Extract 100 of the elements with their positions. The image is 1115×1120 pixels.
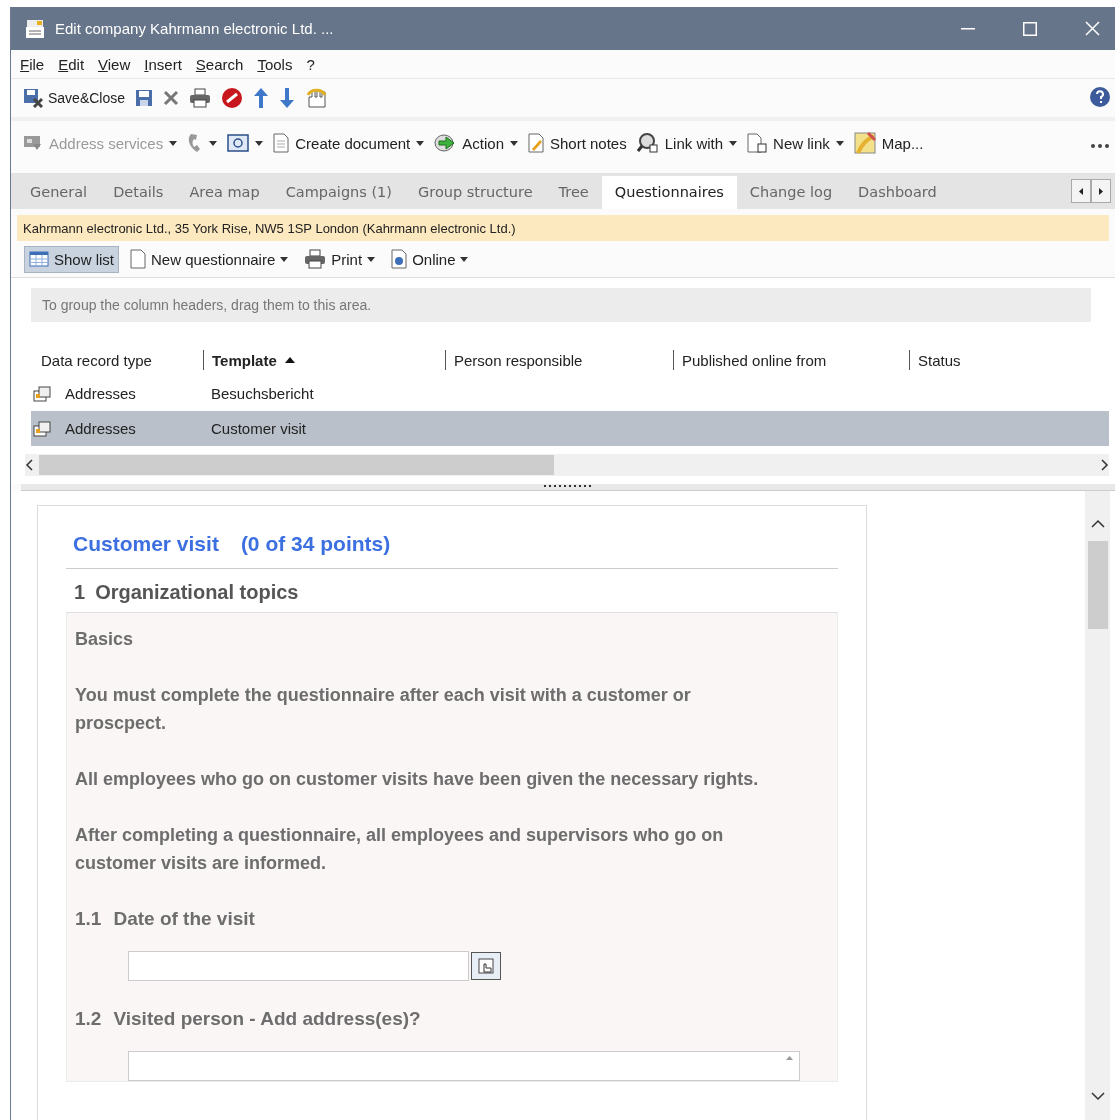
caret-icon xyxy=(729,140,738,146)
menu-item[interactable]: View xyxy=(98,55,131,73)
save-icon[interactable] xyxy=(135,89,154,107)
tab[interactable]: Dashboard xyxy=(845,176,950,209)
column-header[interactable]: Template xyxy=(203,350,445,370)
caret-icon xyxy=(169,140,178,146)
menu-item[interactable]: Insert xyxy=(144,55,182,73)
caret-icon xyxy=(255,140,264,146)
left-chevron-icon xyxy=(25,459,33,471)
globe-document-icon xyxy=(391,249,408,269)
grid-row[interactable]: Addresses Customer visit xyxy=(31,411,1109,446)
document-icon xyxy=(747,133,768,153)
menu-item[interactable]: File xyxy=(20,55,45,73)
toolbar-button[interactable]: Link with xyxy=(636,133,738,153)
up-arrow-icon[interactable] xyxy=(253,87,270,109)
scroll-right-button[interactable] xyxy=(1091,179,1111,203)
caret-icon xyxy=(416,140,425,146)
up-chevron-icon xyxy=(1090,519,1105,528)
vertical-scrollbar[interactable] xyxy=(1085,491,1110,1120)
question-text: Date of the visit xyxy=(113,907,255,931)
column-header[interactable]: Data record type xyxy=(31,350,203,370)
grid-row[interactable]: Addresses Besuchsbericht xyxy=(31,376,1109,411)
toolbar-button[interactable]: Print xyxy=(299,244,381,274)
address-icon xyxy=(33,385,51,402)
window-title: Edit company Kahrmann electronic Ltd. ... xyxy=(55,20,335,37)
menu-item[interactable]: Tools xyxy=(257,55,293,73)
splitter-handle[interactable] xyxy=(543,484,593,488)
address-text: Kahrmann electronic Ltd., 35 York Rise, NW5 1SP London (Kahrmann electronic Ltd.) xyxy=(23,220,516,236)
tab[interactable]: Change log xyxy=(736,176,846,209)
table-cell: Addresses xyxy=(65,420,136,437)
date-picker-button[interactable] xyxy=(471,952,501,980)
card-icon xyxy=(23,134,43,152)
toolbar-button[interactable]: Online xyxy=(386,244,474,274)
save-close-icon xyxy=(23,88,43,108)
paragraph: After completing a questionnaire, all employees and supervisors who go on customer visits are informed. xyxy=(75,824,725,875)
sort-ascending-icon xyxy=(284,357,295,363)
toolbar-button[interactable]: New link xyxy=(747,133,844,153)
toolbar-button[interactable]: Show list xyxy=(24,245,120,273)
more-icon[interactable] xyxy=(1091,144,1109,148)
right-chevron-icon xyxy=(1101,459,1109,471)
right-triangle-icon xyxy=(1099,187,1103,195)
tab[interactable]: Questionnaires xyxy=(601,176,737,209)
up-triangle-icon xyxy=(786,1056,793,1060)
table-cell-text: Besuchsbericht xyxy=(210,385,315,402)
section-title: Organizational topics xyxy=(95,581,299,604)
scrollbar-thumb[interactable] xyxy=(39,455,554,475)
question-number: 1.2 xyxy=(75,1007,102,1031)
group-hint: To group the column headers, drag them to this area. xyxy=(42,297,372,313)
column-header[interactable]: Person responsible xyxy=(445,350,673,370)
toolbar-button[interactable]: New questionnaire xyxy=(125,244,294,274)
help-icon[interactable] xyxy=(1089,85,1111,108)
paragraph: All employees who go on customer visits have been given the necessary rights. xyxy=(75,768,760,791)
printer-icon xyxy=(304,249,327,269)
toolbar-icon-button[interactable] xyxy=(227,134,264,152)
column-header[interactable]: Status xyxy=(909,350,1115,370)
printer-icon[interactable] xyxy=(189,88,212,108)
tab[interactable]: Tree xyxy=(545,176,602,209)
email-icon xyxy=(227,134,250,152)
stop-icon[interactable] xyxy=(221,87,244,109)
caret-icon xyxy=(510,140,518,146)
address-field[interactable] xyxy=(128,1051,800,1081)
magnifier-icon xyxy=(636,133,659,153)
menu-item[interactable]: Search xyxy=(195,55,244,73)
tab[interactable]: General xyxy=(17,176,101,209)
question-text: Visited person - Add address(es)? xyxy=(113,1007,421,1031)
caret-icon xyxy=(835,140,844,146)
table-cell-text: Customer visit xyxy=(210,420,308,437)
scrollbar-thumb[interactable] xyxy=(1087,541,1108,629)
section-number: 1 xyxy=(74,581,86,604)
hand-pointer-icon xyxy=(478,958,494,974)
menu-item[interactable]: Edit xyxy=(58,55,85,73)
hand-icon[interactable] xyxy=(305,87,328,109)
toolbar-button[interactable]: Map... xyxy=(853,132,924,154)
tab[interactable]: Campaigns (1) xyxy=(272,176,405,209)
toolbar-button[interactable]: Short notes xyxy=(528,133,627,153)
down-arrow-icon[interactable] xyxy=(279,87,296,109)
points-text: (0 of 34 points) xyxy=(240,532,391,556)
tab[interactable]: Group structure xyxy=(405,176,546,209)
toolbar-button[interactable]: Create document xyxy=(273,133,425,153)
maximize-icon xyxy=(1023,21,1037,36)
paragraph: You must complete the questionnaire after each visit with a customer or proscpect. xyxy=(75,684,692,735)
map-icon xyxy=(853,132,876,154)
menu-item[interactable]: ? xyxy=(306,55,315,73)
document-icon xyxy=(130,249,147,269)
save-close-button[interactable]: Save&Close xyxy=(23,88,126,108)
date-field[interactable] xyxy=(128,951,469,981)
app-icon xyxy=(25,18,45,39)
column-header[interactable]: Published online from xyxy=(673,350,909,370)
document-icon xyxy=(273,133,290,153)
tab[interactable]: Area map xyxy=(176,176,273,209)
toolbar-icon-button[interactable] xyxy=(187,132,218,154)
note-icon xyxy=(528,133,544,153)
tab[interactable]: Details xyxy=(100,176,177,209)
questionnaire-title: Customer visit xyxy=(73,532,219,556)
caret-icon xyxy=(280,256,289,262)
address-icon xyxy=(33,420,51,437)
toolbar-button[interactable]: Action xyxy=(434,134,518,152)
close-icon[interactable] xyxy=(163,90,180,106)
horizontal-scrollbar[interactable] xyxy=(25,454,1109,476)
scroll-left-button[interactable] xyxy=(1071,179,1091,203)
